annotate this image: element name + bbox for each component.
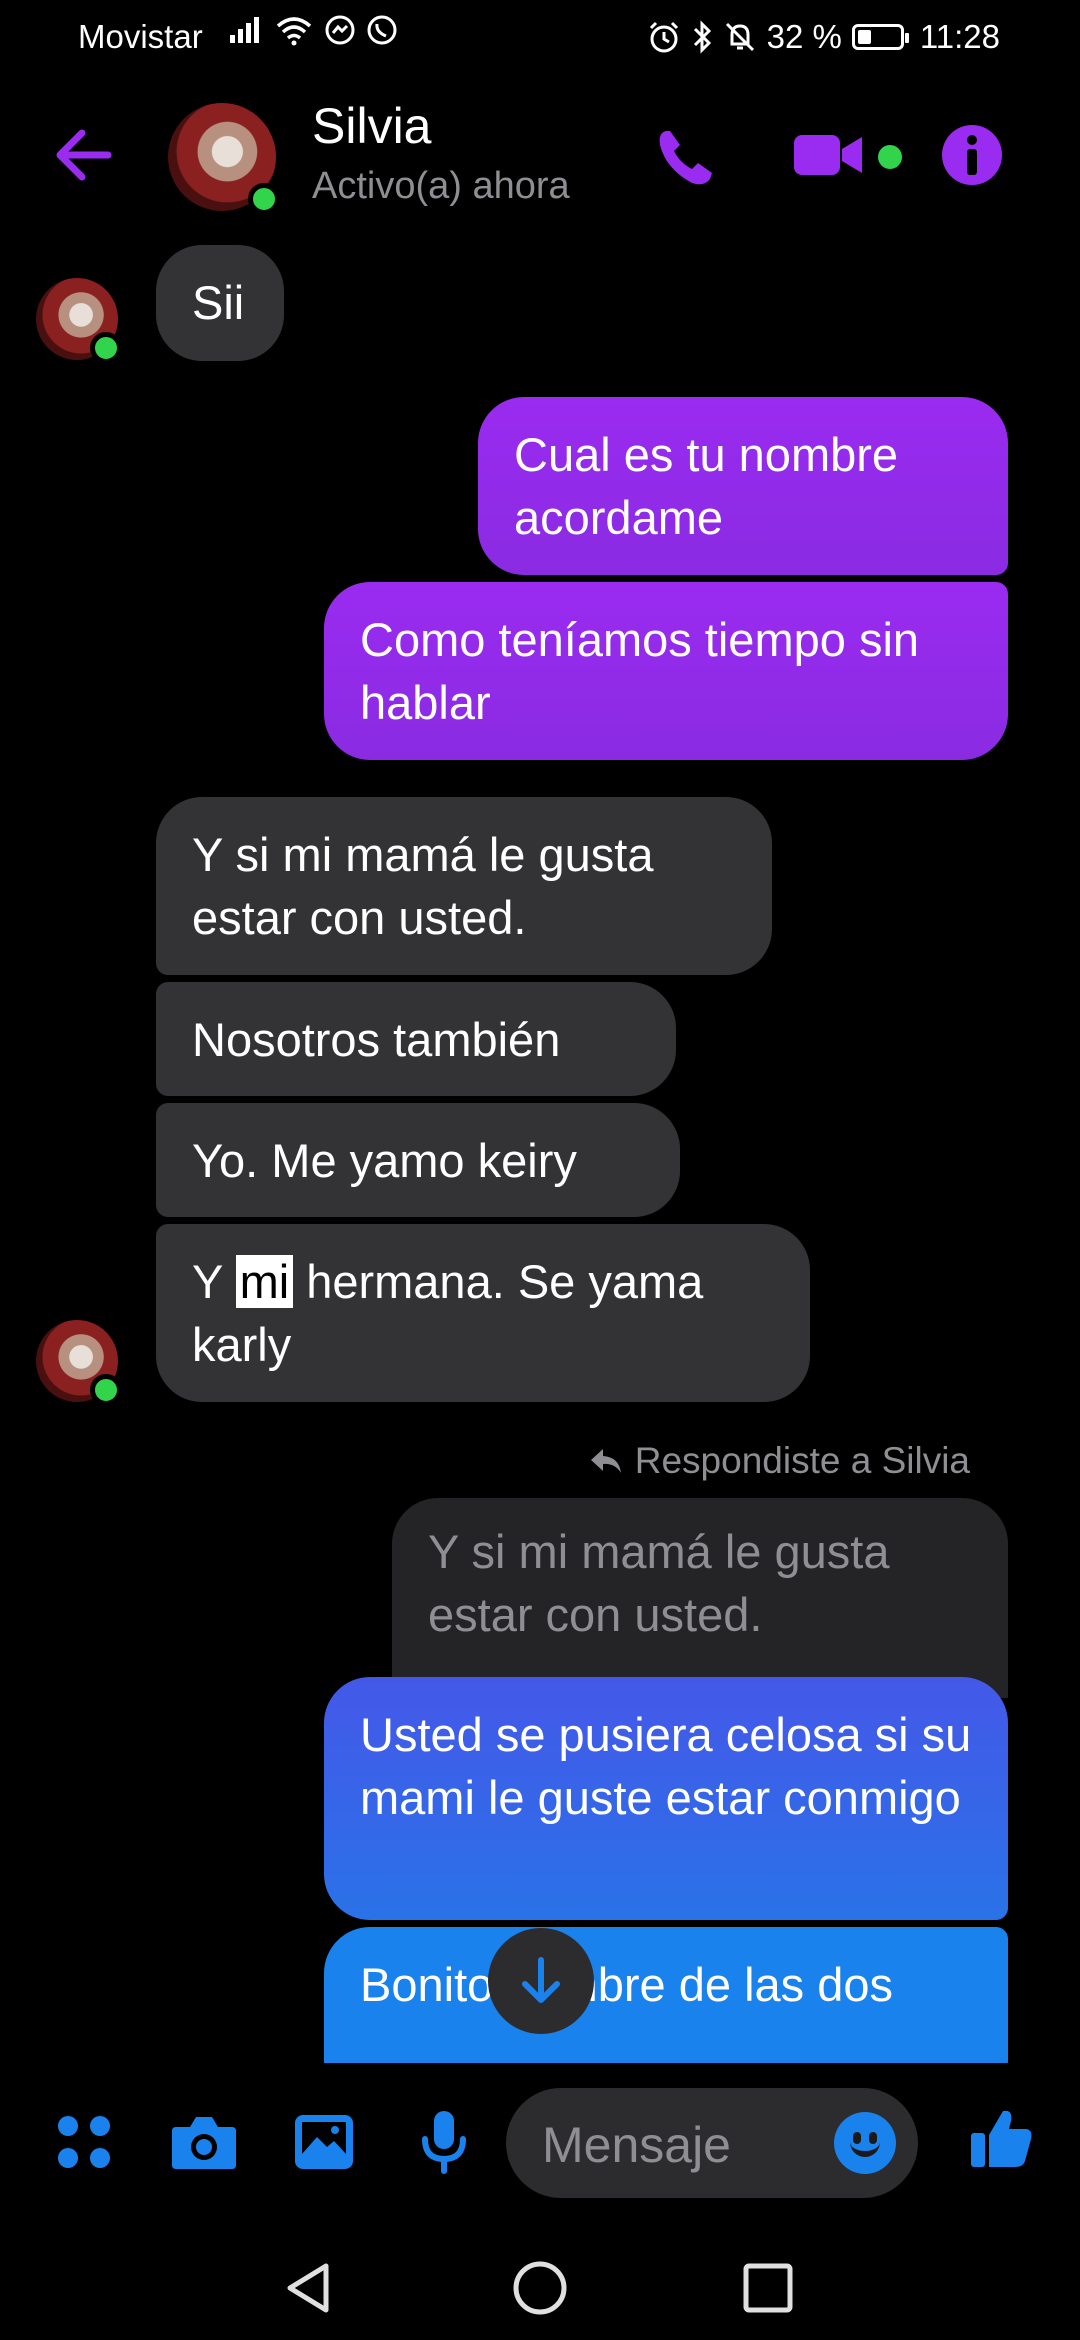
contact-avatar[interactable] [168,103,280,215]
battery-percent: 32 % [766,18,842,55]
message-text: Y [192,1255,236,1308]
reply-indicator: Respondiste a Silvia [589,1440,970,1482]
clock: 11:28 [919,18,1000,55]
conversation-header: Silvia Activo(a) ahora [0,75,1080,240]
video-online-dot [878,145,902,169]
emoji-icon[interactable] [834,2112,896,2174]
contact-status: Activo(a) ahora [312,165,570,207]
alarm-icon [649,21,678,53]
message-bubble-incoming[interactable]: Nosotros también [156,982,676,1096]
message-bubble-outgoing[interactable]: Bonito nombre de las dos [324,1927,1008,2063]
contact-name[interactable]: Silvia [312,97,431,155]
info-icon[interactable] [940,123,1004,187]
wifi-icon [276,17,312,46]
signal-icon [230,17,259,43]
message-bubble-outgoing[interactable]: Como teníamos tiempo sin hablar [324,582,1008,760]
status-bar: Movistar 32 % 11:28 [0,0,1080,75]
messenger-notif-icon [325,15,355,45]
back-arrow-icon[interactable] [52,125,116,185]
nav-back-icon[interactable] [278,2258,338,2318]
mute-bell-icon [725,22,754,52]
message-avatar[interactable] [36,278,122,364]
status-icons-right: 32 % 11:28 [647,18,1000,56]
online-indicator [90,332,122,364]
message-bubble-outgoing[interactable]: Usted se pusiera celosa si su mami le gu… [324,1677,1008,1920]
battery-fill [857,30,871,44]
microphone-icon[interactable] [404,2102,484,2182]
phone-icon[interactable] [652,125,718,191]
highlighted-word: mi [235,1255,294,1308]
camera-icon[interactable] [164,2102,244,2182]
video-call-icon[interactable] [792,127,864,183]
online-indicator [248,183,280,215]
reply-arrow-icon [590,1449,621,1473]
message-bubble-incoming[interactable]: Y mi hermana. Se yama karly [156,1224,810,1402]
message-avatar[interactable] [36,1320,122,1406]
apps-icon[interactable] [44,2102,124,2182]
carrier-label: Movistar [78,18,203,55]
status-icons-left [228,14,398,46]
online-indicator [90,1374,122,1406]
message-placeholder: Mensaje [542,2117,731,2173]
quoted-message[interactable]: Y si mi mamá le gusta estar con usted. [392,1498,1008,1698]
arrow-down-icon [522,1957,560,2003]
nav-recents-icon[interactable] [738,2258,798,2318]
message-bubble-incoming[interactable]: Sii [156,245,284,361]
nav-home-icon[interactable] [510,2258,570,2318]
message-bubble-incoming[interactable]: Y si mi mamá le gusta estar con usted. [156,797,772,975]
message-input[interactable]: Mensaje [506,2088,918,2198]
message-bubble-incoming[interactable]: Yo. Me yamo keiry [156,1103,680,1217]
thumbs-up-icon[interactable] [962,2098,1042,2178]
system-nav-bar [0,2230,1080,2340]
gallery-icon[interactable] [284,2102,364,2182]
composer-bar: Mensaje [0,2070,1080,2230]
bluetooth-icon [693,20,711,54]
scroll-to-bottom-button[interactable] [488,1928,594,2034]
whatsapp-notif-icon [367,15,397,45]
message-bubble-outgoing[interactable]: Cual es tu nombre acordame [478,397,1008,575]
reply-label-text: Respondiste a Silvia [634,1440,970,1481]
battery-icon [851,24,909,50]
